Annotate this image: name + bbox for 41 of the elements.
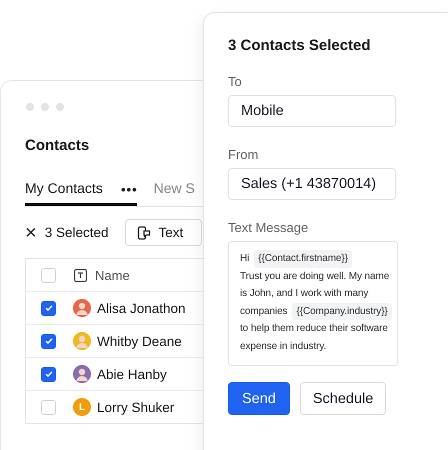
text-button[interactable]: Text (125, 219, 202, 246)
row-checkbox[interactable] (41, 300, 56, 316)
message-field[interactable]: Hi {{Contact.firstname}} Trust you are doing well. My name is John, and I work with many companies {{Company.industry}} to help them reduce their software expense in industry. (228, 241, 398, 366)
field-label: To (228, 74, 243, 89)
card-title: Contacts (25, 137, 90, 154)
contact-name: Whitby Deane (97, 334, 182, 348)
checkmark-icon (44, 369, 54, 379)
window-dot-icon (56, 103, 64, 111)
row-checkbox[interactable] (41, 334, 56, 348)
column-header: Name (95, 268, 130, 282)
message-text: Trust you are doing well. My name (240, 270, 390, 284)
selection-count: 3 Selected (44, 225, 108, 240)
text-field-icon (74, 268, 87, 282)
merge-tag: {{Company.industry}} (292, 302, 392, 320)
window-dot-icon (26, 103, 34, 111)
message-phone-icon (137, 226, 152, 240)
field-label: From (228, 147, 260, 162)
schedule-button[interactable]: Schedule (300, 382, 386, 415)
message-text: to help them reduce their software (240, 322, 388, 336)
avatar-initial: L (73, 398, 91, 416)
contact-name: Abie Hanby (97, 366, 167, 382)
checkmark-icon (44, 303, 54, 313)
contact-name: Alisa Jonathon (97, 300, 186, 316)
message-text: Hi (240, 252, 250, 266)
more-button[interactable]: ••• (121, 172, 138, 206)
message-text: expense in industry. (240, 340, 326, 354)
merge-tag: {{Contact.firstname}} (254, 250, 352, 268)
checkmark-icon (44, 336, 54, 346)
window-dot-icon (41, 103, 49, 111)
close-button[interactable]: × (25, 222, 37, 242)
input-field[interactable]: Sales (+1 43870014) (228, 168, 396, 200)
input-field[interactable]: Mobile (228, 95, 396, 127)
panel-title: 3 Contacts Selected (228, 37, 372, 54)
message-text: companies (240, 304, 288, 318)
send-button[interactable]: Send (228, 382, 290, 415)
message-text: is John, and I work with many (240, 287, 368, 301)
tab[interactable]: New S (154, 172, 195, 206)
row-checkbox[interactable] (41, 366, 56, 382)
select-all-checkbox[interactable] (41, 268, 56, 282)
field-label: Text Message (228, 220, 310, 235)
contact-name: Lorry Shuker (97, 400, 174, 414)
